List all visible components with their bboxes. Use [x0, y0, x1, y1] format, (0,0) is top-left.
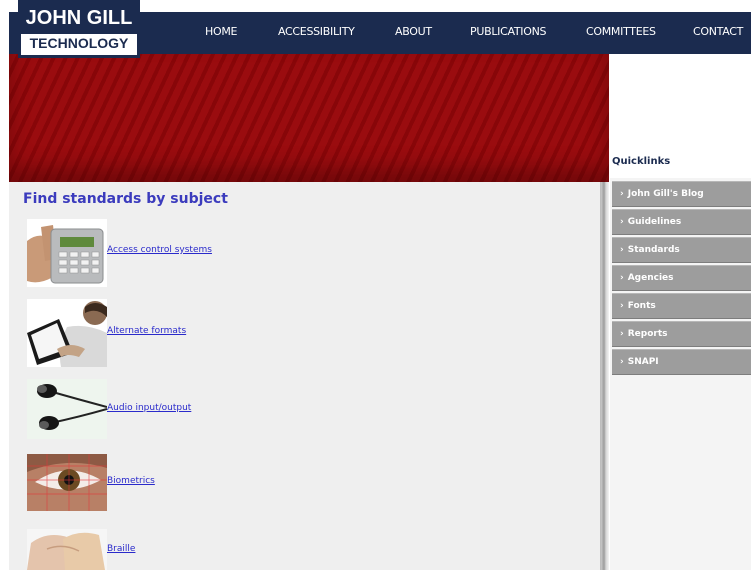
quicklink-fonts[interactable]: › Fonts [612, 293, 751, 319]
chevron-right-icon: › [620, 189, 624, 199]
quicklinks-heading: Quicklinks [612, 156, 671, 167]
earphones-photo [27, 379, 107, 439]
chevron-right-icon: › [620, 329, 624, 339]
nav-contact[interactable]: CONTACT [693, 12, 743, 52]
subject-link-alternate-formats[interactable]: Alternate formats [107, 326, 186, 336]
subject-link-braille[interactable]: Braille [107, 544, 135, 554]
quicklink-reports[interactable]: › Reports [612, 321, 751, 347]
nav-about[interactable]: ABOUT [395, 12, 432, 52]
main-content: Find standards by subject Access control… [9, 182, 601, 570]
chevron-right-icon: › [620, 301, 624, 311]
subject-item-alternate-formats: Alternate formats [27, 299, 427, 367]
logo-line-1: JOHN GILL [18, 0, 140, 31]
nav-accessibility[interactable]: ACCESSIBILITY [278, 12, 355, 52]
quicklink-label: Standards [627, 245, 680, 255]
quicklink-agencies[interactable]: › Agencies [612, 265, 751, 291]
quicklink-label: Guidelines [627, 217, 682, 227]
chevron-right-icon: › [620, 273, 624, 283]
quicklink-blog[interactable]: › John Gill's Blog [612, 181, 751, 207]
subject-link-access-control[interactable]: Access control systems [107, 245, 212, 255]
reading-person-photo [27, 299, 107, 367]
page-title: Find standards by subject [23, 191, 228, 207]
quicklink-snapi[interactable]: › SNAPI [612, 349, 751, 375]
quicklink-label: SNAPI [627, 357, 659, 367]
nav-home[interactable]: HOME [205, 12, 237, 52]
quicklink-standards[interactable]: › Standards [612, 237, 751, 263]
subject-link-biometrics[interactable]: Biometrics [107, 476, 155, 486]
quicklink-guidelines[interactable]: › Guidelines [612, 209, 751, 235]
content-divider [601, 182, 609, 570]
nav-publications[interactable]: PUBLICATIONS [470, 12, 547, 52]
braille-fingers-photo [27, 529, 107, 570]
hero-banner [9, 54, 609, 182]
chevron-right-icon: › [620, 245, 624, 255]
subject-item-braille: Braille [27, 529, 427, 570]
subject-item-biometrics: Biometrics [27, 454, 427, 511]
logo-line-2: TECHNOLOGY [18, 31, 140, 58]
quicklink-label: John Gill's Blog [627, 189, 704, 199]
keypad-photo [27, 219, 107, 287]
subject-item-access-control: Access control systems [27, 219, 427, 287]
subject-link-audio[interactable]: Audio input/output [107, 403, 191, 413]
subject-item-audio: Audio input/output [27, 379, 427, 439]
quicklink-label: Fonts [627, 301, 656, 311]
quicklinks-list: › John Gill's Blog › Guidelines › Standards… [612, 181, 751, 377]
quicklink-label: Reports [627, 329, 668, 339]
nav-committees[interactable]: COMMITTEES [586, 12, 656, 52]
eye-scan-photo [27, 454, 107, 511]
quicklink-label: Agencies [627, 273, 674, 283]
chevron-right-icon: › [620, 357, 624, 367]
chevron-right-icon: › [620, 217, 624, 227]
site-logo[interactable]: JOHN GILL TECHNOLOGY [18, 0, 140, 58]
